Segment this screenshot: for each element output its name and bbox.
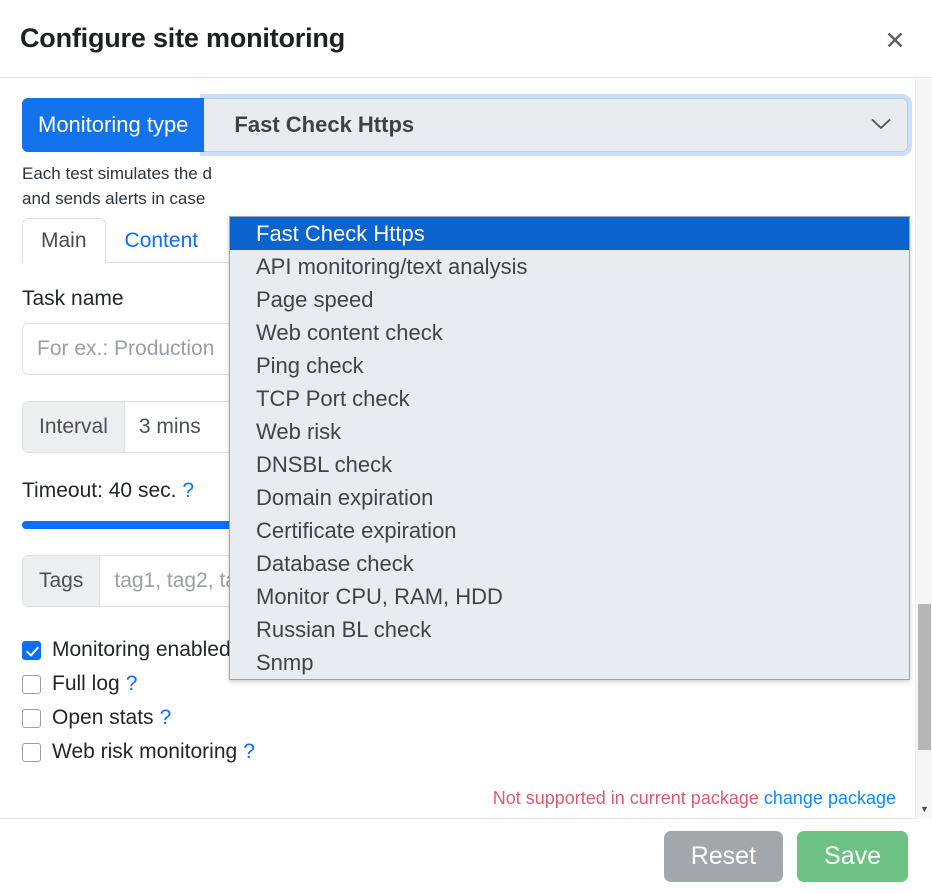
change-package-link[interactable]: change package (764, 788, 896, 808)
open-stats-help-icon[interactable]: ? (160, 706, 172, 730)
modal-footer: Reset Save (0, 818, 932, 894)
monitoring-type-row: Monitoring type Fast Check Https (22, 98, 908, 152)
tab-main[interactable]: Main (22, 218, 106, 264)
close-icon[interactable]: ✕ (880, 26, 910, 56)
interval-label: Interval (22, 401, 125, 454)
tab-content[interactable]: Content (106, 218, 218, 263)
configure-site-monitoring-modal: Configure site monitoring ✕ Monitoring t… (0, 0, 932, 894)
monitoring-type-label: Monitoring type (22, 98, 205, 152)
checkbox-row-web-risk-monitoring: Web risk monitoring ? (22, 735, 910, 769)
dropdown-option-russian-bl-check[interactable]: Russian BL check (230, 613, 909, 646)
scrollbar-thumb[interactable] (918, 604, 931, 750)
dropdown-option-ping-check[interactable]: Ping check (230, 349, 909, 382)
vertical-scrollbar[interactable]: ▼ (915, 79, 932, 819)
monitoring-type-select[interactable]: Fast Check Https (204, 98, 908, 152)
checkbox-label-full-log: Full log (52, 672, 120, 696)
chevron-down-icon (871, 116, 891, 134)
reset-button[interactable]: Reset (663, 830, 784, 883)
save-button[interactable]: Save (797, 830, 908, 883)
checkbox-web-risk-monitoring[interactable] (22, 742, 41, 762)
modal-header: Configure site monitoring ✕ (0, 0, 932, 78)
full-log-help-icon[interactable]: ? (126, 672, 138, 696)
dropdown-option-page-speed[interactable]: Page speed (230, 283, 909, 316)
checkbox-label-open-stats: Open stats (52, 706, 154, 730)
package-note-message: Not supported in current package (492, 788, 759, 808)
timeout-text: Timeout: 40 sec. (22, 479, 177, 503)
dropdown-option-dnsbl-check[interactable]: DNSBL check (230, 448, 909, 481)
modal-body: Monitoring type Fast Check Https Each te… (0, 78, 932, 818)
checkbox-label-monitoring-enabled: Monitoring enabled (52, 638, 231, 662)
scroll-down-arrow-icon[interactable]: ▼ (916, 800, 932, 817)
dropdown-option-web-content-check[interactable]: Web content check (230, 316, 909, 349)
dropdown-option-certificate-expiration[interactable]: Certificate expiration (230, 514, 909, 547)
description-line-1: Each test simulates the d (22, 164, 212, 183)
checkbox-label-web-risk-monitoring: Web risk monitoring (52, 740, 238, 764)
web-risk-monitoring-help-icon[interactable]: ? (243, 740, 255, 764)
dropdown-option-monitor-cpu-ram-hdd[interactable]: Monitor CPU, RAM, HDD (230, 580, 909, 613)
monitoring-type-description: Each test simulates the d and sends aler… (22, 162, 422, 211)
checkbox-row-open-stats: Open stats ? (22, 701, 910, 735)
checkbox-monitoring-enabled[interactable] (22, 640, 41, 660)
monitoring-type-selected-value: Fast Check Https (234, 112, 415, 137)
timeout-help-icon[interactable]: ? (182, 479, 194, 502)
dropdown-option-fast-check-https[interactable]: Fast Check Https (230, 217, 909, 250)
checkbox-open-stats[interactable] (22, 708, 41, 728)
dropdown-option-database-check[interactable]: Database check (230, 547, 909, 580)
description-line-2: and sends alerts in case (22, 188, 206, 208)
dropdown-option-domain-expiration[interactable]: Domain expiration (230, 481, 909, 514)
dropdown-option-tcp-port-check[interactable]: TCP Port check (230, 382, 909, 415)
dropdown-option-snmp[interactable]: Snmp (230, 646, 909, 679)
page-title: Configure site monitoring (20, 23, 345, 53)
checkbox-full-log[interactable] (22, 674, 41, 694)
package-note: Not supported in current package change … (493, 788, 896, 809)
dropdown-option-web-risk[interactable]: Web risk (230, 415, 909, 448)
dropdown-option-api-monitoring-text-analysis[interactable]: API monitoring/text analysis (230, 250, 909, 283)
tags-label: Tags (22, 555, 101, 608)
monitoring-type-dropdown-list[interactable]: Fast Check Https API monitoring/text ana… (229, 216, 910, 680)
